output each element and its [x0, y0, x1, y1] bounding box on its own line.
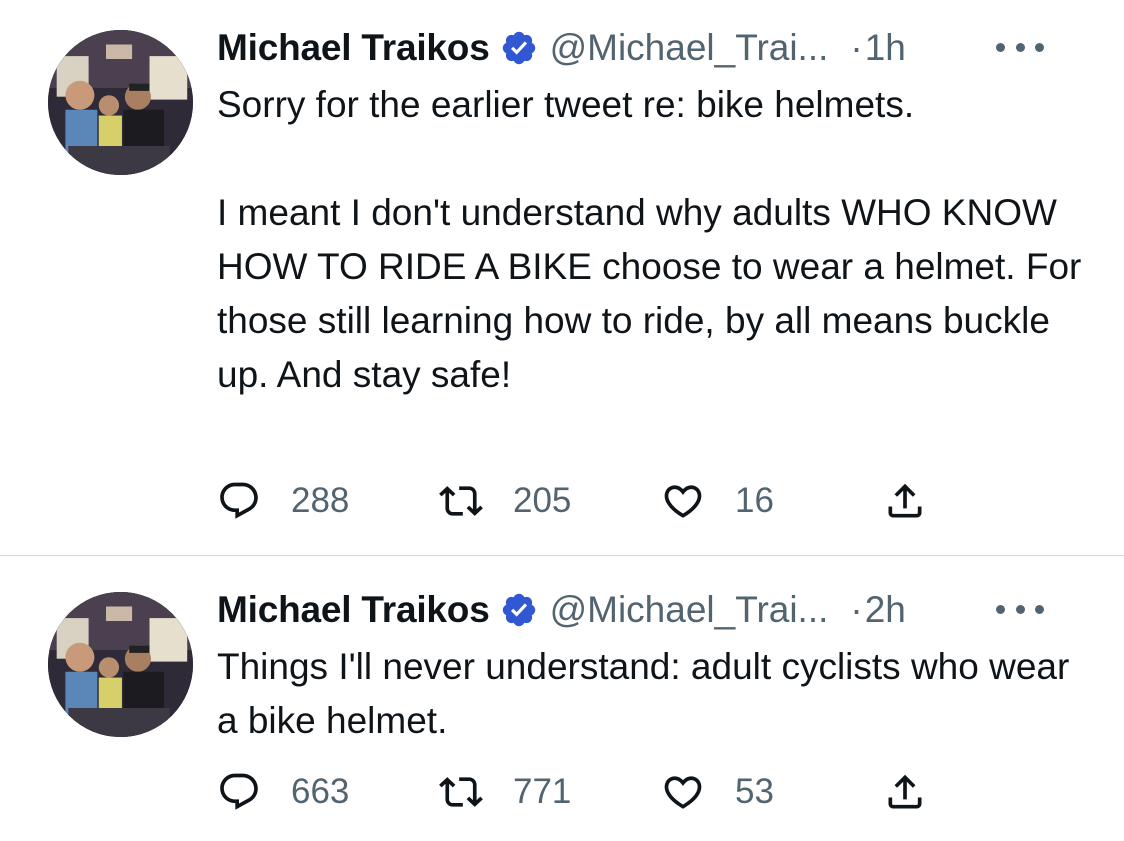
avatar-photo [48, 592, 193, 737]
reply-icon [220, 482, 258, 519]
like-button[interactable]: 16 [661, 473, 883, 529]
share-icon [888, 483, 922, 518]
avatar[interactable] [48, 592, 193, 737]
separator-dot: · [850, 589, 863, 630]
tweet-content: Michael Traikos @Michael_Trai... · 1h So… [217, 22, 1094, 402]
share-icon [888, 774, 922, 809]
more-horizontal-icon[interactable] [996, 594, 1044, 624]
reply-button[interactable]: 288 [217, 473, 439, 529]
like-count: 53 [735, 772, 774, 811]
tweet-content: Michael Traikos @Michael_Trai... · 2h Th… [217, 584, 1094, 748]
avatar[interactable] [48, 30, 193, 175]
tweet-timestamp[interactable]: 1h [865, 27, 906, 69]
verified-badge-icon [502, 593, 535, 627]
tweet-text: Things I'll never understand: adult cycl… [217, 646, 1070, 741]
tweet[interactable]: Michael Traikos @Michael_Trai... · 2h Th… [0, 556, 1124, 841]
author-name[interactable]: Michael Traikos [217, 589, 490, 631]
author-handle[interactable]: @Michael_Trai... [550, 27, 829, 69]
tweet[interactable]: Michael Traikos @Michael_Trai... · 1h So… [0, 0, 1124, 556]
author-name[interactable]: Michael Traikos [217, 27, 490, 69]
retweet-count: 771 [513, 772, 572, 811]
tweet-timestamp[interactable]: 2h [865, 589, 906, 631]
reply-count: 288 [291, 481, 350, 520]
more-horizontal-icon[interactable] [996, 32, 1044, 62]
heart-icon [664, 485, 702, 518]
avatar-photo [48, 30, 193, 175]
retweet-button[interactable]: 205 [439, 473, 661, 529]
retweet-button[interactable]: 771 [439, 764, 661, 820]
like-count: 16 [735, 481, 774, 520]
share-button[interactable] [883, 764, 943, 820]
tweet-text: Sorry for the earlier tweet re: bike hel… [217, 84, 1082, 395]
heart-icon [664, 776, 702, 809]
tweet-actions: 288 205 16 [217, 473, 943, 529]
retweet-icon [439, 777, 483, 807]
tweet-actions: 663 771 53 [217, 764, 943, 820]
reply-icon [220, 773, 258, 810]
reply-count: 663 [291, 772, 350, 811]
tweet-header: Michael Traikos @Michael_Trai... · 1h [217, 22, 1094, 74]
like-button[interactable]: 53 [661, 764, 883, 820]
retweet-count: 205 [513, 481, 572, 520]
tweet-header: Michael Traikos @Michael_Trai... · 2h [217, 584, 1094, 636]
share-button[interactable] [883, 473, 943, 529]
author-handle[interactable]: @Michael_Trai... [550, 589, 829, 631]
verified-badge-icon [502, 31, 535, 65]
reply-button[interactable]: 663 [217, 764, 439, 820]
separator-dot: · [850, 27, 863, 68]
retweet-icon [439, 486, 483, 516]
